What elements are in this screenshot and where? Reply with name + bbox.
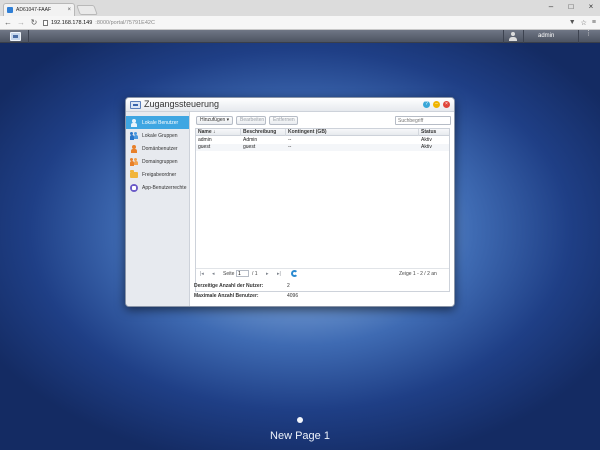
table-row[interactable]: admin Admin -- Aktiv	[196, 137, 449, 144]
shared-folder-icon	[130, 170, 138, 178]
more-options-icon[interactable]: ⋮	[585, 30, 592, 37]
bookmark-star-icon[interactable]: ☆	[581, 19, 587, 27]
search-input[interactable]	[395, 116, 451, 125]
access-control-window: Zugangssteuerung ? – × Lokale Benutzer L…	[125, 97, 455, 307]
refresh-icon[interactable]	[291, 270, 298, 277]
taskbar-divider	[503, 30, 504, 43]
sidebar-item-label: Domaingruppen	[142, 158, 178, 165]
favicon-icon	[7, 7, 13, 13]
main-menu-icon[interactable]	[10, 32, 21, 41]
browser-tab[interactable]: AD61047-FAAF ×	[3, 3, 75, 16]
cell-description: guest	[243, 144, 256, 150]
cell-name: admin	[198, 137, 212, 143]
page-info-icon[interactable]	[43, 19, 48, 26]
url-path: :8000/portal/75791E42C	[95, 19, 155, 26]
prev-page-icon[interactable]: ◂	[212, 271, 215, 277]
taskbar: admin ⋮	[0, 30, 600, 43]
max-users-label: Maximale Anzahl Benutzer:	[194, 293, 259, 299]
taskbar-divider	[523, 30, 524, 43]
address-bar[interactable]: 192.168.178.149:8000/portal/75791E42C	[43, 17, 564, 28]
column-header-quota[interactable]: Kontingent (GB)	[286, 129, 419, 136]
cell-quota: --	[288, 144, 292, 150]
maximize-icon[interactable]: □	[566, 2, 576, 12]
page-total: / 1	[252, 271, 258, 277]
taskbar-divider	[28, 30, 29, 43]
tab-title: AD61047-FAAF	[16, 7, 52, 13]
close-icon[interactable]: ×	[586, 2, 596, 12]
app-privileges-icon	[130, 183, 138, 192]
forward-icon[interactable]: →	[17, 18, 25, 27]
sidebar: Lokale Benutzer Lokale Gruppen Domänbenu…	[126, 112, 190, 306]
taskbar-username[interactable]: admin	[538, 33, 554, 39]
back-icon[interactable]: ←	[4, 18, 12, 27]
desktop-page-label: New Page 1	[270, 430, 330, 442]
tab-close-icon[interactable]: ×	[67, 7, 71, 13]
browser-menu-icon[interactable]: ≡	[592, 19, 596, 27]
max-users-value: 4096	[287, 293, 299, 299]
sidebar-item-shared-folders[interactable]: Freigabeordner	[126, 168, 189, 181]
sidebar-item-label: Lokale Benutzer	[142, 119, 179, 126]
add-button[interactable]: Hinzufügen ▾	[196, 116, 233, 125]
remove-button[interactable]: Entfernen	[269, 116, 298, 125]
sidebar-item-label: App-Benutzerrechte	[142, 184, 187, 191]
sidebar-item-domain-users[interactable]: Domänbenutzer	[126, 142, 189, 155]
help-icon[interactable]: ?	[423, 101, 430, 108]
sidebar-item-label: Freigabeordner	[142, 171, 177, 178]
cell-name: guest	[198, 144, 211, 150]
toolbar: Hinzufügen ▾ Bearbeiten Entfernen	[194, 116, 451, 125]
pagination-bar: |◂ ◂ Seite / 1 ▸ ▸| Zeige 1 - 2 / 2 an	[196, 268, 449, 278]
filter-icon[interactable]: ▼	[569, 19, 576, 27]
cell-description: Admin	[243, 137, 258, 143]
minimize-window-icon[interactable]: –	[433, 101, 440, 108]
sidebar-item-label: Lokale Gruppen	[142, 132, 178, 139]
column-header-description[interactable]: Beschreibung	[241, 129, 286, 136]
browser-toolbar: ← → ↻ 192.168.178.149:8000/portal/75791E…	[0, 16, 600, 30]
browser-tab-strip: AD61047-FAAF × – □ ×	[0, 0, 600, 16]
window-controls: – □ ×	[546, 2, 596, 12]
last-page-icon[interactable]: ▸|	[277, 271, 281, 277]
sidebar-item-local-users[interactable]: Lokale Benutzer	[126, 116, 189, 129]
page-number-input[interactable]	[236, 270, 249, 277]
pagination-summary: Zeige 1 - 2 / 2 an	[399, 271, 437, 277]
current-users-label: Derzeitige Anzahl der Nutzer:	[194, 283, 264, 289]
access-control-icon	[130, 101, 141, 109]
domain-user-icon	[130, 144, 138, 153]
window-title: Zugangssteuerung	[144, 99, 220, 109]
first-page-icon[interactable]: |◂	[200, 271, 204, 277]
url-host: 192.168.178.149	[51, 19, 93, 26]
column-header-name[interactable]: Name ↓	[196, 129, 241, 136]
current-users-value: 2	[287, 283, 290, 289]
column-header-status[interactable]: Status	[419, 129, 449, 136]
local-user-icon	[130, 118, 138, 127]
next-page-icon[interactable]: ▸	[266, 271, 269, 277]
page-label: Seite	[223, 271, 235, 277]
sidebar-item-local-groups[interactable]: Lokale Gruppen	[126, 129, 189, 142]
cell-status: Aktiv	[421, 144, 432, 150]
cell-status: Aktiv	[421, 137, 432, 143]
user-icon[interactable]	[509, 32, 517, 41]
page-indicator-dot[interactable]	[297, 417, 303, 423]
main-panel: Hinzufügen ▾ Bearbeiten Entfernen Name ↓…	[190, 112, 454, 306]
domain-group-icon	[130, 157, 138, 166]
local-group-icon	[130, 131, 138, 140]
desktop: admin ⋮ Zugangssteuerung ? – × Lokale Be…	[0, 30, 600, 450]
sidebar-item-app-privileges[interactable]: App-Benutzerrechte	[126, 181, 189, 194]
edit-button[interactable]: Bearbeiten	[236, 116, 266, 125]
table-row[interactable]: guest guest -- Aktiv	[196, 144, 449, 151]
sidebar-item-domain-groups[interactable]: Domaingruppen	[126, 155, 189, 168]
sidebar-item-label: Domänbenutzer	[142, 145, 178, 152]
window-header[interactable]: Zugangssteuerung ? – ×	[126, 98, 454, 112]
close-window-icon[interactable]: ×	[443, 101, 450, 108]
reload-icon[interactable]: ↻	[30, 18, 38, 27]
table-header: Name ↓ Beschreibung Kontingent (GB) Stat…	[196, 129, 449, 136]
cell-quota: --	[288, 137, 292, 143]
address-actions: ▼ ☆ ≡	[569, 19, 596, 27]
user-table: Name ↓ Beschreibung Kontingent (GB) Stat…	[195, 128, 450, 292]
taskbar-divider	[578, 30, 579, 43]
minimize-icon[interactable]: –	[546, 2, 556, 12]
new-tab-button[interactable]	[76, 5, 98, 15]
